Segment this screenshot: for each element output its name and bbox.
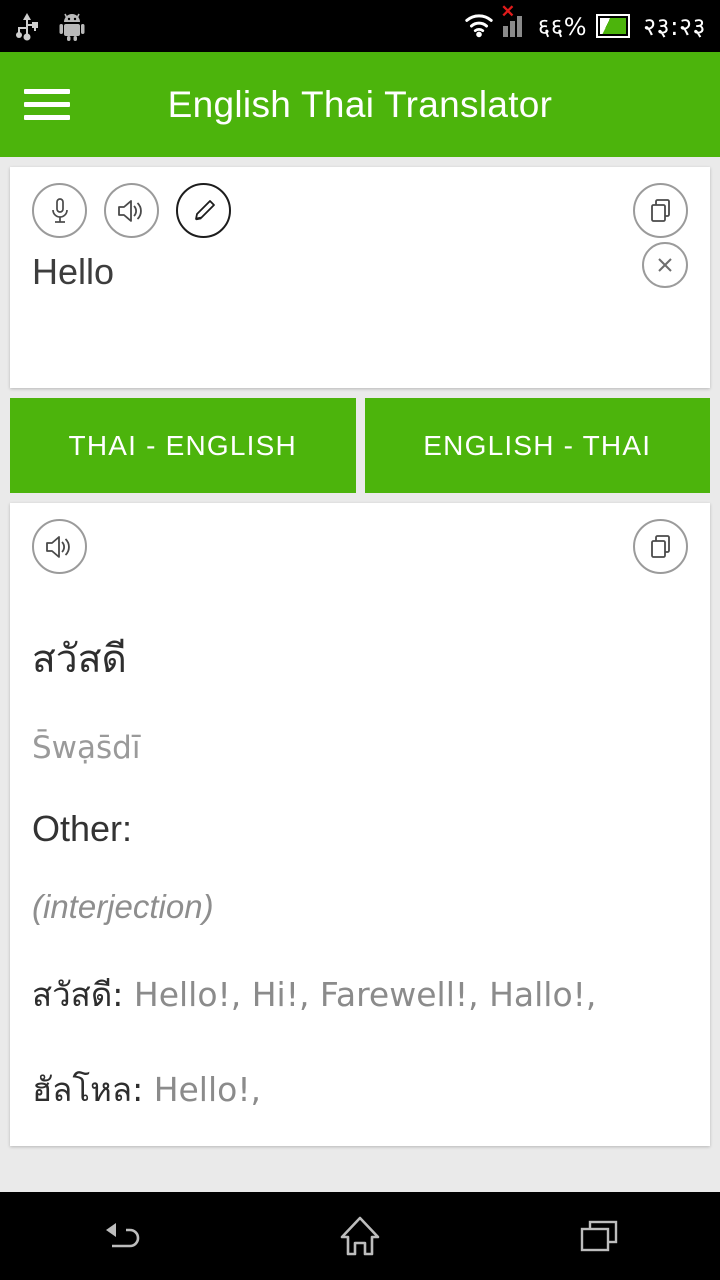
definition-gloss: Hello!, bbox=[153, 1070, 262, 1109]
status-bar: ✕ ६६% २३:२३ bbox=[0, 0, 720, 52]
back-arrow-icon[interactable] bbox=[60, 1201, 180, 1271]
recent-apps-icon[interactable] bbox=[540, 1201, 660, 1271]
input-card: Hello bbox=[10, 167, 710, 388]
copy-icon[interactable] bbox=[633, 519, 688, 574]
transliteration-text: S̄wạs̄dī bbox=[32, 730, 141, 766]
android-robot-icon bbox=[58, 11, 86, 41]
result-toolbar bbox=[10, 503, 710, 574]
status-clock: २३:२३ bbox=[643, 12, 706, 41]
usb-icon bbox=[14, 11, 40, 41]
definition-gloss: Hello!, Hi!, Farewell!, Hallo!, bbox=[133, 975, 597, 1014]
other-heading: Other: bbox=[32, 808, 133, 849]
speaker-icon[interactable] bbox=[104, 183, 159, 238]
battery-icon bbox=[596, 14, 631, 38]
definition-row: ฮัลโหล: Hello!, bbox=[32, 1063, 688, 1116]
input-text-area[interactable]: Hello bbox=[10, 238, 710, 388]
definition-term: ฮัลโหล: bbox=[32, 1070, 144, 1109]
wifi-icon bbox=[464, 13, 494, 39]
thai-to-english-button[interactable]: THAI - ENGLISH bbox=[10, 398, 356, 493]
definition-term: สวัสดี: bbox=[32, 975, 124, 1014]
microphone-icon[interactable] bbox=[32, 183, 87, 238]
close-circle-icon[interactable] bbox=[642, 242, 688, 288]
hamburger-menu-icon[interactable] bbox=[24, 89, 70, 120]
pencil-icon[interactable] bbox=[176, 183, 231, 238]
battery-percent-label: ६६% bbox=[537, 12, 588, 41]
english-to-thai-button[interactable]: ENGLISH - THAI bbox=[364, 398, 710, 493]
cellular-signal-icon: ✕ bbox=[501, 3, 529, 37]
system-navigation-bar bbox=[0, 1192, 720, 1280]
result-card: สวัสดี S̄wạs̄dī Other: (interjection) สว… bbox=[10, 503, 710, 1146]
home-icon[interactable] bbox=[300, 1201, 420, 1271]
speaker-icon[interactable] bbox=[32, 519, 87, 574]
app-bar: English Thai Translator bbox=[0, 52, 720, 157]
copy-icon[interactable] bbox=[633, 183, 688, 238]
app-screen: ✕ ६६% २३:२३ English Thai Translator Hell… bbox=[0, 0, 720, 1280]
signal-error-mark: ✕ bbox=[500, 2, 516, 21]
result-body: สวัสดี S̄wạs̄dī Other: (interjection) สว… bbox=[10, 574, 710, 1116]
translated-text: สวัสดี bbox=[32, 637, 127, 682]
input-toolbar bbox=[10, 167, 710, 238]
part-of-speech-label: (interjection) bbox=[32, 888, 214, 925]
source-text[interactable]: Hello bbox=[32, 250, 688, 293]
definition-row: สวัสดี: Hello!, Hi!, Farewell!, Hallo!, bbox=[32, 968, 688, 1021]
page-title: English Thai Translator bbox=[167, 83, 553, 125]
direction-button-row: THAI - ENGLISH ENGLISH - THAI bbox=[0, 388, 720, 493]
